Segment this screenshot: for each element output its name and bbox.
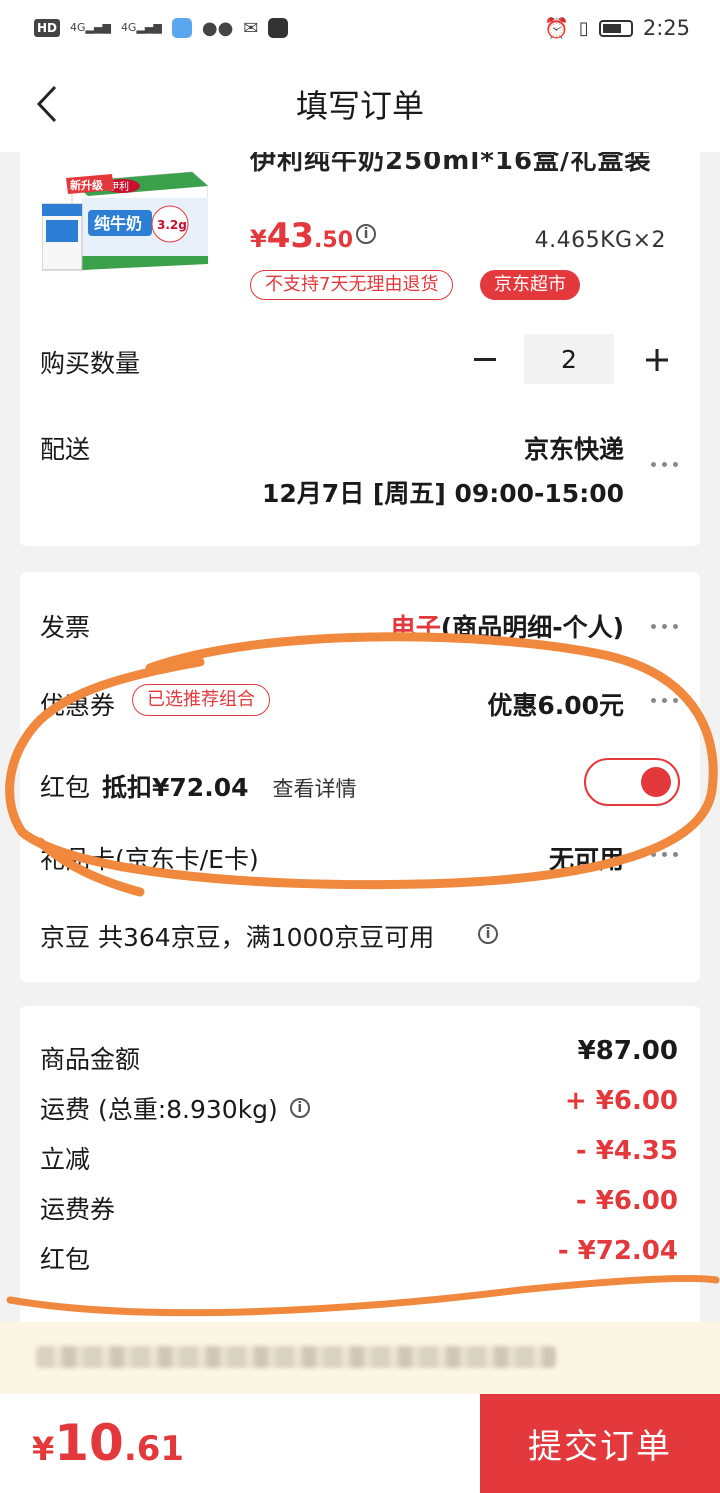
store-tag: 京东超市 — [480, 270, 580, 300]
shipping-info-icon[interactable]: i — [289, 1098, 310, 1118]
shield-app-icon — [171, 18, 192, 38]
gift-card-more-icon[interactable] — [651, 852, 678, 857]
quantity-increase-button[interactable] — [642, 342, 672, 378]
toggle-knob — [641, 767, 671, 797]
quantity-decrease-button[interactable] — [470, 342, 500, 378]
red-packet-deduct: 抵扣¥72.04 — [102, 773, 249, 802]
alarm-icon: ⏰ — [544, 16, 569, 40]
product-card: 伊利纯牛奶250ml*16盒/礼盒装 纯牛奶 3.2g 伊利 新升级 ¥43.5… — [20, 152, 700, 546]
no-return-tag: 不支持7天无理由退货 — [250, 270, 454, 300]
summary-value-discount: - ¥4.35 — [575, 1136, 678, 1166]
product-price: ¥43.50 — [250, 216, 354, 256]
product-weight: 4.465KG×2 — [534, 228, 666, 253]
summary-label-shipping-coupon: 运费券 — [40, 1195, 116, 1224]
quantity-input[interactable]: 2 — [524, 334, 614, 384]
blurred-notice-text — [36, 1346, 556, 1368]
minus-icon — [474, 358, 496, 361]
quantity-label: 购买数量 — [40, 349, 141, 378]
summary-value-goods: ¥87.00 — [577, 1036, 678, 1066]
page-title: 填写订单 — [295, 87, 424, 125]
tiktok-icon — [268, 18, 289, 38]
summary-value-red-packet: - ¥72.04 — [557, 1236, 678, 1266]
jd-beans-info-icon[interactable]: i — [478, 924, 498, 944]
total-amount: ¥10.61 — [32, 1414, 185, 1472]
status-bar-right: ⏰ ▯ 2:25 — [544, 16, 690, 40]
jd-beans-label: 京豆 共364京豆，满1000京豆可用 — [40, 923, 435, 952]
hd-indicator: HD — [34, 19, 61, 37]
signal-icon: 4G▂▄▆ — [70, 21, 111, 34]
delivery-label: 配送 — [40, 435, 91, 464]
clock: 2:25 — [642, 16, 690, 40]
coupon-more-icon[interactable] — [651, 698, 678, 703]
coupon-label: 优惠券 — [40, 691, 116, 720]
red-packet-toggle[interactable] — [584, 758, 680, 806]
red-packet-row: 红包 抵扣¥72.04 查看详情 — [40, 768, 357, 804]
summary-value-shipping: + ¥6.00 — [564, 1086, 678, 1116]
price-info-icon[interactable]: i — [356, 224, 376, 244]
back-button[interactable] — [26, 82, 70, 126]
invoice-value[interactable]: 电子(商品明细-个人) — [391, 608, 624, 644]
price-summary-card: 商品金额 ¥87.00 运费 (总重:8.930kg) i + ¥6.00 立减… — [20, 1006, 700, 1322]
summary-label-discount: 立减 — [40, 1145, 91, 1174]
summary-value-shipping-coupon: - ¥6.00 — [575, 1186, 678, 1216]
gift-card-label: 礼品卡(京东卡/E卡) — [40, 845, 259, 874]
mail-icon: ✉ — [243, 17, 259, 39]
invoice-more-icon[interactable] — [651, 624, 678, 629]
invoice-label: 发票 — [40, 613, 91, 642]
chevron-left-icon — [36, 85, 57, 123]
product-image[interactable]: 纯牛奶 3.2g 伊利 新升级 — [42, 164, 208, 276]
product-image-protein: 3.2g — [157, 218, 187, 232]
status-bar: HD 4G▂▄▆ 4G▂▄▆ ●● ✉ ⏰ ▯ 2:25 — [0, 0, 720, 56]
red-packet-label: 红包 — [40, 773, 91, 802]
wechat-icon: ●● — [201, 17, 234, 39]
signal-icon-2: 4G▂▄▆ — [120, 21, 162, 34]
product-image-badge: 新升级 — [70, 178, 104, 192]
coupon-recommend-chip: 已选推荐组合 — [132, 684, 270, 716]
summary-row-shipping: 运费 (总重:8.930kg) i — [40, 1090, 310, 1126]
product-image-name: 纯牛奶 — [94, 214, 142, 233]
summary-label-red-packet: 红包 — [40, 1245, 91, 1274]
payment-options-card: 发票 电子(商品明细-个人) 优惠券 已选推荐组合 优惠6.00元 红包 抵扣¥… — [20, 572, 700, 982]
notice-banner — [0, 1322, 720, 1394]
coupon-value[interactable]: 优惠6.00元 — [487, 686, 624, 722]
summary-label-shipping: 运费 (总重:8.930kg) — [40, 1095, 278, 1124]
submit-order-button[interactable]: 提交订单 — [480, 1394, 720, 1493]
red-packet-detail-link[interactable]: 查看详情 — [273, 773, 357, 803]
delivery-carrier[interactable]: 京东快递 — [524, 430, 624, 466]
plus-icon — [646, 349, 668, 371]
delivery-time[interactable]: 12月7日 [周五] 09:00-15:00 — [262, 474, 624, 510]
vibrate-icon: ▯ — [578, 17, 589, 39]
gift-card-value[interactable]: 无可用 — [549, 840, 624, 876]
summary-label-goods: 商品金额 — [40, 1045, 141, 1074]
status-bar-left: HD 4G▂▄▆ 4G▂▄▆ ●● ✉ — [34, 17, 289, 39]
battery-icon — [598, 19, 633, 37]
nav-bar: 填写订单 — [0, 56, 720, 152]
delivery-more-icon[interactable] — [651, 462, 678, 467]
checkout-bar: ¥10.61 提交订单 — [0, 1394, 720, 1493]
